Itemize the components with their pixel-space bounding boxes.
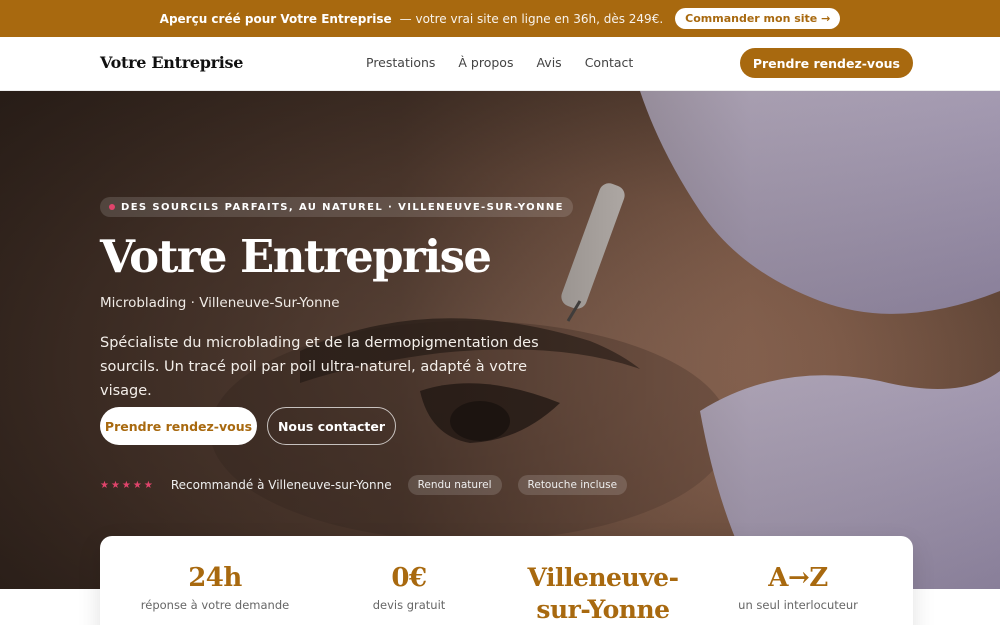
nav-appointment-button[interactable]: Prendre rendez-vous bbox=[739, 48, 913, 78]
stat-value: Villeneuve-sur-Yonne bbox=[527, 563, 679, 624]
stat-value: 24h bbox=[188, 563, 242, 593]
nav-menu: Prestations À propos Avis Contact bbox=[366, 55, 633, 70]
nav-item-contact[interactable]: Contact bbox=[585, 55, 634, 70]
stat-value: A→Z bbox=[768, 563, 828, 593]
stat-free-quote: 0€ devis gratuit bbox=[314, 562, 504, 612]
hero-contact-button[interactable]: Nous contacter bbox=[267, 407, 396, 445]
stats-card: 24h réponse à votre demande 0€ devis gra… bbox=[100, 536, 913, 625]
stat-response-time: 24h réponse à votre demande bbox=[120, 562, 310, 612]
order-site-button[interactable]: Commander mon site → bbox=[675, 8, 841, 29]
stat-label: un seul interlocuteur bbox=[738, 598, 858, 612]
stat-single-contact: A→Z un seul interlocuteur bbox=[703, 562, 893, 612]
hero-section: DES SOURCILS PARFAITS, AU NATUREL · VILL… bbox=[0, 91, 1000, 589]
trust-row: ★★★★★ Recommandé à Villeneuve-sur-Yonne … bbox=[100, 475, 628, 495]
announcement-bar: Aperçu créé pour Votre Entreprise — votr… bbox=[0, 0, 1000, 37]
stat-location: Villeneuve-sur-Yonne bbox=[508, 562, 698, 625]
hero-eyebrow-text: DES SOURCILS PARFAITS, AU NATUREL · VILL… bbox=[121, 201, 564, 213]
nav-item-avis[interactable]: Avis bbox=[536, 55, 561, 70]
hero-title: Votre Entreprise bbox=[100, 230, 492, 283]
stat-label: devis gratuit bbox=[372, 598, 446, 612]
nav-item-a-propos[interactable]: À propos bbox=[458, 55, 513, 70]
pill-retouche-incluse: Retouche incluse bbox=[517, 475, 628, 495]
hero-appointment-button[interactable]: Prendre rendez-vous bbox=[100, 407, 257, 445]
hero-subtitle: Microblading · Villeneuve-Sur-Yonne bbox=[100, 295, 340, 311]
rating-stars-icon: ★★★★★ bbox=[100, 479, 155, 491]
announcement-strong-text: Aperçu créé pour Votre Entreprise bbox=[159, 11, 392, 26]
site-logo[interactable]: Votre Entreprise bbox=[100, 53, 243, 72]
hero-description: Spécialiste du microblading et de la der… bbox=[100, 335, 539, 399]
nav-item-prestations[interactable]: Prestations bbox=[366, 55, 435, 70]
pink-dot-icon bbox=[109, 204, 115, 210]
announcement-text: — votre vrai site en ligne en 36h, dès 2… bbox=[399, 11, 664, 26]
pill-rendu-naturel: Rendu naturel bbox=[407, 475, 502, 495]
stat-label: réponse à votre demande bbox=[140, 598, 290, 612]
stat-value: 0€ bbox=[391, 563, 427, 593]
trust-text: Recommandé à Villeneuve-sur-Yonne bbox=[170, 478, 392, 492]
main-navigation: Votre Entreprise Prestations À propos Av… bbox=[0, 37, 1000, 91]
hero-eyebrow-badge: DES SOURCILS PARFAITS, AU NATUREL · VILL… bbox=[100, 197, 573, 217]
